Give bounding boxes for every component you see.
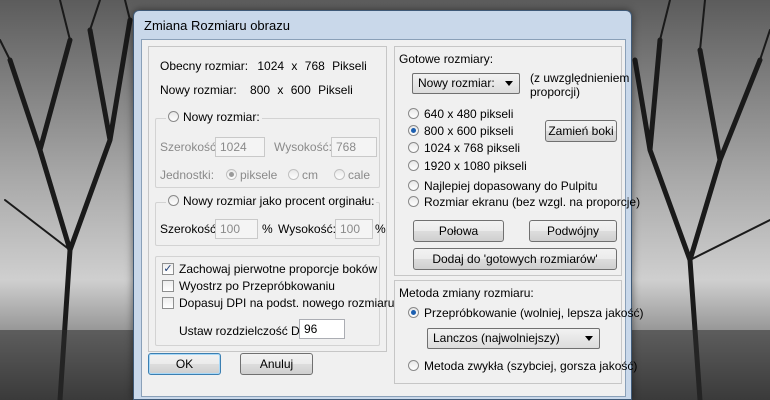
- resize-dialog: Zmiana Rozmiaru obrazu Obecny rozmiar: 1…: [133, 10, 643, 400]
- best-fit-label[interactable]: Najlepiej dopasowany do Pulpitu: [424, 179, 597, 193]
- sharpen-checkbox[interactable]: [162, 280, 174, 292]
- dpi-input[interactable]: 96: [299, 319, 345, 339]
- current-size-readout: Obecny rozmiar: 1024 x 768 Pikseli: [160, 59, 367, 73]
- keep-ratio-label[interactable]: Zachowaj pierwotne proporcje boków: [179, 262, 377, 276]
- dpi-label: Ustaw rozdzielczość DPI:: [179, 324, 315, 338]
- new-width: 800: [250, 83, 271, 97]
- new-height: 600: [290, 83, 311, 97]
- screen-size-radio[interactable]: [408, 196, 419, 207]
- preset-1920-radio[interactable]: [408, 160, 419, 171]
- presets-note-line2: proporcji): [530, 85, 581, 99]
- height-input[interactable]: 768: [331, 137, 377, 157]
- percent-height-label: Wysokość:: [278, 222, 336, 236]
- unit-inch-label[interactable]: cale: [348, 168, 370, 182]
- new-size-group-legend: Nowy rozmiar:: [166, 110, 262, 124]
- height-label: Wysokość:: [274, 140, 332, 154]
- new-size-readout: Nowy rozmiar: 800 x 600 Pikseli: [160, 83, 353, 97]
- current-size-label: Obecny rozmiar:: [160, 59, 249, 73]
- new-unit: Pikseli: [318, 83, 353, 97]
- new-size-radio-label[interactable]: Nowy rozmiar:: [183, 110, 260, 124]
- unit-cm-radio[interactable]: [288, 169, 299, 180]
- simple-method-label[interactable]: Metoda zwykła (szybciej, gorsza jakość): [424, 359, 637, 373]
- current-height: 768: [304, 59, 325, 73]
- sharpen-label[interactable]: Wyostrz po Przepróbkowaniu: [179, 279, 335, 293]
- current-x: x: [291, 59, 298, 73]
- new-size-label: Nowy rozmiar:: [160, 83, 237, 97]
- preset-1024-radio[interactable]: [408, 142, 419, 153]
- fit-dpi-label[interactable]: Dopasuj DPI na podst. nowego rozmiaru: [179, 296, 394, 310]
- percent-width-input[interactable]: 100: [215, 219, 258, 239]
- fit-dpi-checkbox[interactable]: [162, 297, 174, 309]
- screen-size-label[interactable]: Rozmiar ekranu (bez wzgl. na proporcje): [424, 195, 640, 209]
- preset-640-label[interactable]: 640 x 480 pikseli: [424, 107, 513, 121]
- dialog-title: Zmiana Rozmiaru obrazu: [144, 18, 290, 33]
- new-size-radio[interactable]: [168, 111, 179, 122]
- half-button[interactable]: Połowa: [413, 220, 504, 242]
- preset-800-label[interactable]: 800 x 600 pikseli: [424, 124, 513, 138]
- percent-radio[interactable]: [168, 195, 179, 206]
- preset-640-radio[interactable]: [408, 108, 419, 119]
- units-label: Jednostki:: [160, 168, 215, 182]
- percent-radio-label[interactable]: Nowy rozmiar jako procent orginału:: [183, 194, 374, 208]
- dialog-client-area: Obecny rozmiar: 1024 x 768 Pikseli Nowy …: [141, 39, 643, 397]
- percent-height-unit: %: [375, 222, 386, 236]
- current-width: 1024: [257, 59, 285, 73]
- percent-height-input[interactable]: 100: [335, 219, 373, 239]
- unit-pixels-label[interactable]: piksele: [240, 168, 277, 182]
- preset-1920-label[interactable]: 1920 x 1080 pikseli: [424, 159, 527, 173]
- best-fit-radio[interactable]: [408, 180, 419, 191]
- percent-group-legend: Nowy rozmiar jako procent orginału:: [166, 194, 377, 208]
- filter-dropdown-value: Lanczos (najwolniejszy): [433, 331, 560, 345]
- percent-width-label: Szerokość:: [160, 222, 220, 236]
- width-label: Szerokość:: [160, 140, 220, 154]
- resample-radio[interactable]: [408, 307, 419, 318]
- new-x: x: [277, 83, 284, 97]
- cancel-button[interactable]: Anuluj: [240, 353, 313, 375]
- unit-cm-label[interactable]: cm: [302, 168, 318, 182]
- preset-dropdown-value: Nowy rozmiar:: [418, 76, 495, 90]
- preset-1024-label[interactable]: 1024 x 768 pikseli: [424, 141, 520, 155]
- filter-dropdown[interactable]: Lanczos (najwolniejszy): [427, 328, 600, 349]
- chevron-down-icon: [505, 81, 513, 86]
- preset-dropdown[interactable]: Nowy rozmiar:: [412, 73, 520, 94]
- width-input[interactable]: 1024: [215, 137, 265, 157]
- simple-method-radio[interactable]: [408, 360, 419, 371]
- swap-sides-button[interactable]: Zamień boki: [545, 120, 617, 142]
- method-title: Metoda zmiany rozmiaru:: [399, 286, 534, 300]
- add-preset-button[interactable]: Dodaj do 'gotowych rozmiarów': [413, 248, 617, 270]
- ok-button[interactable]: OK: [148, 353, 221, 375]
- presets-title: Gotowe rozmiary:: [399, 52, 494, 66]
- double-button[interactable]: Podwójny: [529, 220, 617, 242]
- unit-inch-radio[interactable]: [334, 169, 345, 180]
- chevron-down-icon: [585, 336, 593, 341]
- presets-note-line1: (z uwzględnieniem: [530, 71, 630, 85]
- current-unit: Pikseli: [332, 59, 367, 73]
- unit-pixels-radio[interactable]: [226, 169, 237, 180]
- preset-800-radio[interactable]: [408, 125, 419, 136]
- keep-ratio-checkbox[interactable]: ✓: [162, 263, 174, 275]
- resample-label[interactable]: Przepróbkowanie (wolniej, lepsza jakość): [424, 306, 643, 320]
- percent-width-unit: %: [262, 222, 273, 236]
